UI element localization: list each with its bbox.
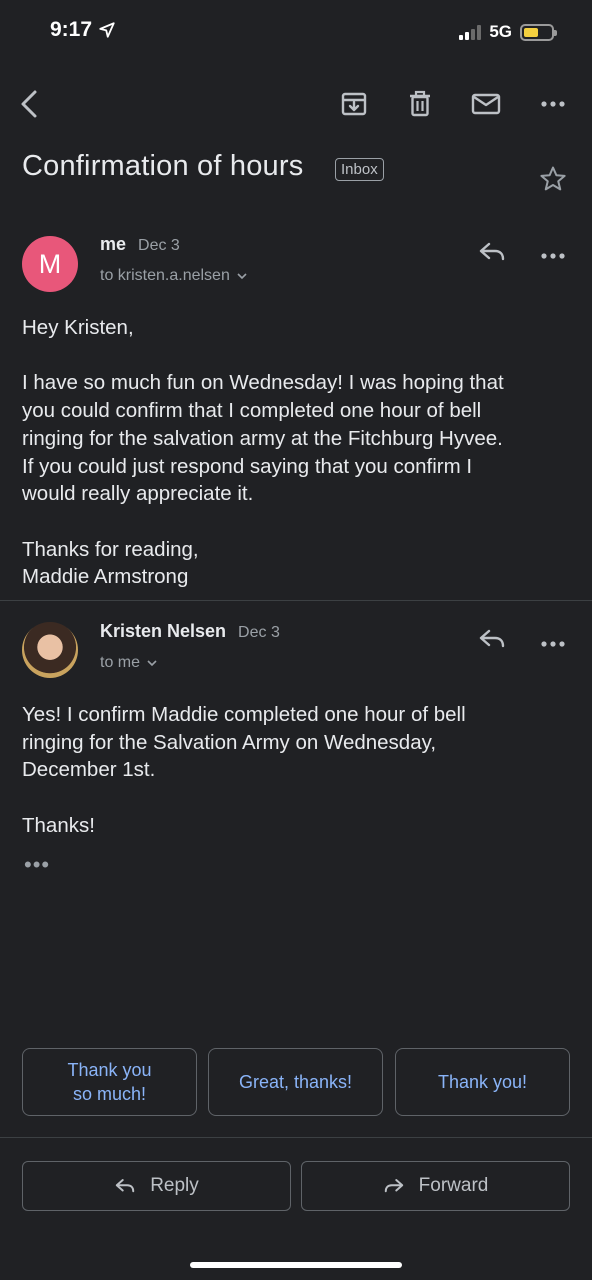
sender-name: Kristen Nelsen [100,621,227,641]
archive-icon[interactable] [336,86,372,122]
recipient-line: to me [100,654,141,671]
forward-button[interactable]: Forward [301,1161,570,1211]
reply-icon[interactable] [478,627,506,656]
smart-reply-label: Thank you! [437,1072,528,1092]
message-header[interactable]: Kristen Nelsen Dec 3 [100,621,280,642]
recipient-details[interactable]: to me [100,654,158,672]
footer-divider [0,1137,592,1138]
smart-reply-chip[interactable]: Thank you so much! [22,1048,197,1116]
message-date: Dec 3 [138,237,180,254]
reply-button[interactable]: Reply [22,1161,291,1211]
message-body: Yes! I confirm Maddie completed one hour… [22,701,572,840]
chevron-down-icon [147,660,157,667]
message-body: Hey Kristen, I have so much fun on Wedne… [22,314,572,591]
smart-reply-label: Thank you [67,1060,152,1080]
show-trimmed-content-button[interactable]: ••• [24,852,50,878]
message-divider [0,600,592,601]
clock-text: 9:17 [50,18,93,41]
body-line: you could confirm that I completed one h… [22,399,482,423]
sender-name: me [100,234,127,254]
message-header[interactable]: me Dec 3 [100,234,180,255]
recipient-details[interactable]: to kristen.a.nelsen [100,267,248,285]
body-line: I have so much fun on Wednesday! I was h… [22,371,504,395]
home-indicator[interactable] [190,1262,402,1268]
location-arrow-icon [99,22,115,38]
cellular-signal-icon [459,24,482,40]
reply-label: Reply [150,1175,199,1196]
chevron-down-icon [237,273,247,280]
signature: Maddie Armstrong [22,565,189,589]
smart-reply-label: Great, thanks! [238,1072,353,1092]
forward-label: Forward [418,1175,489,1196]
message-date: Dec 3 [238,624,280,641]
message-more-icon[interactable] [540,635,566,653]
inbox-label-badge[interactable]: Inbox [335,158,384,181]
sender-avatar-photo[interactable] [22,622,78,678]
battery-icon [520,23,557,41]
smart-reply-chip[interactable]: Thank you! [395,1048,570,1116]
star-icon[interactable] [538,164,568,199]
network-type: 5G [489,22,512,41]
reply-icon[interactable] [478,240,506,269]
signoff: Thanks for reading, [22,537,199,561]
trash-icon[interactable] [402,86,438,122]
forward-icon [384,1179,403,1193]
email-subject: Confirmation of hours [22,150,304,182]
signoff: Thanks! [22,813,95,837]
back-arrow-icon[interactable] [12,86,48,122]
greeting: Hey Kristen, [22,316,134,339]
smart-reply-label: so much! [72,1084,147,1104]
reply-icon [115,1179,135,1193]
smart-reply-chip[interactable]: Great, thanks! [208,1048,383,1116]
recipient-line: to kristen.a.nelsen [100,267,230,284]
body-line: If you could just respond saying that yo… [22,454,473,478]
body-line: would really appreciate it. [22,482,254,506]
status-bar-time: 9:17 [50,18,116,42]
status-bar-indicators: 5G [459,22,557,42]
more-horizontal-icon[interactable] [535,86,571,122]
body-line: Yes! I confirm Maddie completed one hour… [22,703,466,726]
sender-avatar[interactable]: M [22,236,78,292]
body-line: ringing for the salvation army at the Fi… [22,426,503,450]
message-more-icon[interactable] [540,247,566,265]
body-line: ringing for the Salvation Army on Wednes… [22,730,437,754]
mail-icon[interactable] [468,86,504,122]
body-line: December 1st. [22,758,156,782]
